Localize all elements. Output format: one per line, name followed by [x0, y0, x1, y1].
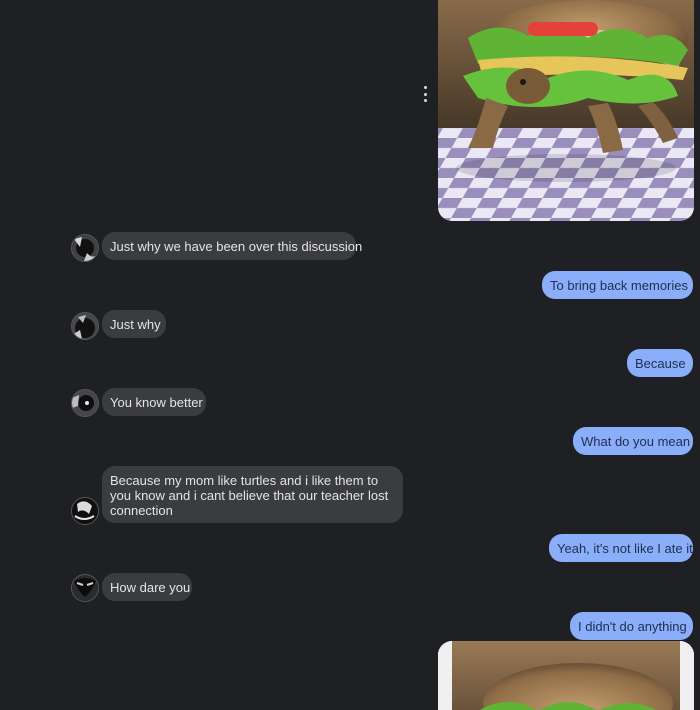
message-sent[interactable]: I didn't do anything	[570, 612, 693, 640]
avatar-image	[72, 498, 98, 524]
avatar-image	[72, 390, 98, 416]
message-received[interactable]: Just why we have been over this discussi…	[102, 232, 362, 260]
message-received[interactable]: Just why	[102, 310, 166, 338]
message-sent[interactable]: What do you mean	[573, 427, 693, 455]
message-sent[interactable]: To bring back memories	[542, 271, 693, 299]
avatar[interactable]	[71, 312, 99, 340]
message-received[interactable]: You know better	[102, 388, 206, 416]
avatar[interactable]	[71, 389, 99, 417]
more-options-button[interactable]	[419, 86, 431, 102]
avatar[interactable]	[71, 497, 99, 525]
message-sent[interactable]: Because	[627, 349, 693, 377]
chat-thread: Just why we have been over this discussi…	[0, 0, 700, 710]
avatar-image	[72, 235, 98, 261]
message-received[interactable]: How dare you	[102, 573, 192, 601]
message-received[interactable]: Because my mom like turtles and i like t…	[102, 466, 403, 523]
turtle-burger-image-graphic	[438, 641, 694, 710]
turtle-burger-image[interactable]	[438, 0, 694, 221]
avatar-image	[72, 575, 98, 601]
more-vert-icon-dot	[423, 99, 427, 102]
turtle-burger-image-graphic	[438, 0, 694, 221]
more-vert-icon-dot	[423, 86, 427, 89]
turtle-burger-image[interactable]	[438, 641, 694, 710]
avatar[interactable]	[71, 234, 99, 262]
avatar[interactable]	[71, 574, 99, 602]
avatar-image	[72, 313, 98, 339]
more-vert-icon-dot	[423, 92, 427, 96]
message-sent[interactable]: Yeah, it's not like I ate it	[549, 534, 693, 562]
